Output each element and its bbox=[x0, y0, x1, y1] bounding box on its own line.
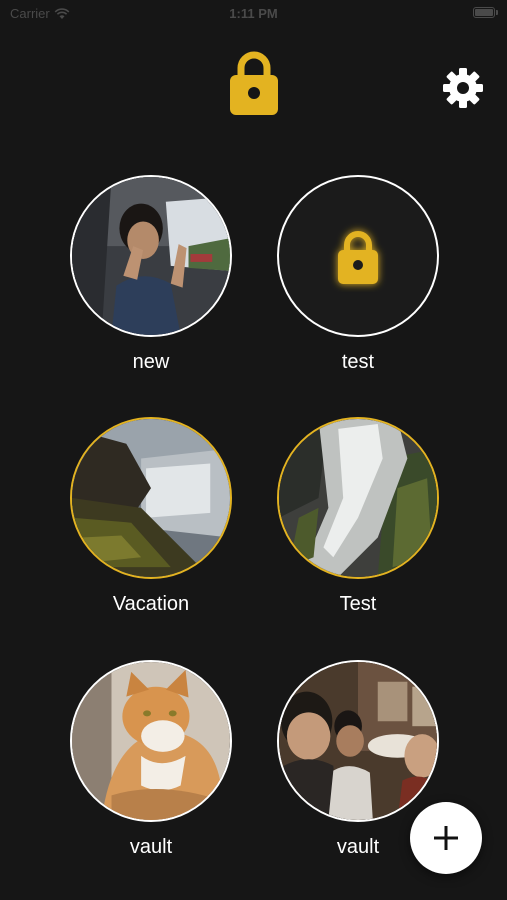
vault-thumbnail bbox=[70, 417, 232, 579]
status-time: 1:11 PM bbox=[229, 6, 278, 21]
settings-button[interactable] bbox=[441, 66, 485, 110]
battery-icon bbox=[473, 7, 498, 18]
photo-thumbnail bbox=[279, 419, 437, 577]
vault-item[interactable]: Vacation bbox=[69, 417, 233, 616]
vault-thumbnail bbox=[70, 175, 232, 337]
vault-label: Vacation bbox=[112, 593, 190, 615]
lock-icon bbox=[228, 47, 280, 117]
vault-thumbnail bbox=[277, 417, 439, 579]
photo-thumbnail bbox=[72, 662, 230, 820]
photo-thumbnail bbox=[279, 662, 437, 820]
vault-item[interactable]: test bbox=[276, 175, 440, 374]
vault-thumbnail bbox=[277, 175, 439, 337]
vault-item[interactable]: new bbox=[69, 175, 233, 374]
vault-thumbnail bbox=[70, 660, 232, 822]
vault-label: new bbox=[132, 351, 170, 373]
vault-label: vault bbox=[336, 836, 380, 858]
vault-label: vault bbox=[129, 836, 173, 858]
gear-icon bbox=[443, 68, 483, 108]
photo-thumbnail bbox=[72, 419, 230, 577]
lock-icon bbox=[338, 231, 378, 284]
vault-home-screen: Carrier 1:11 PM new test Vacation Test v… bbox=[0, 0, 507, 900]
photo-thumbnail bbox=[72, 177, 230, 335]
vault-item[interactable]: Test bbox=[276, 417, 440, 616]
add-vault-button[interactable] bbox=[410, 802, 482, 874]
vault-thumbnail bbox=[277, 660, 439, 822]
plus-icon bbox=[434, 826, 458, 850]
vault-label: test bbox=[341, 351, 375, 373]
vault-item[interactable]: vault bbox=[69, 660, 233, 859]
status-bar: Carrier 1:11 PM bbox=[0, 0, 507, 28]
vault-label: Test bbox=[339, 593, 377, 615]
